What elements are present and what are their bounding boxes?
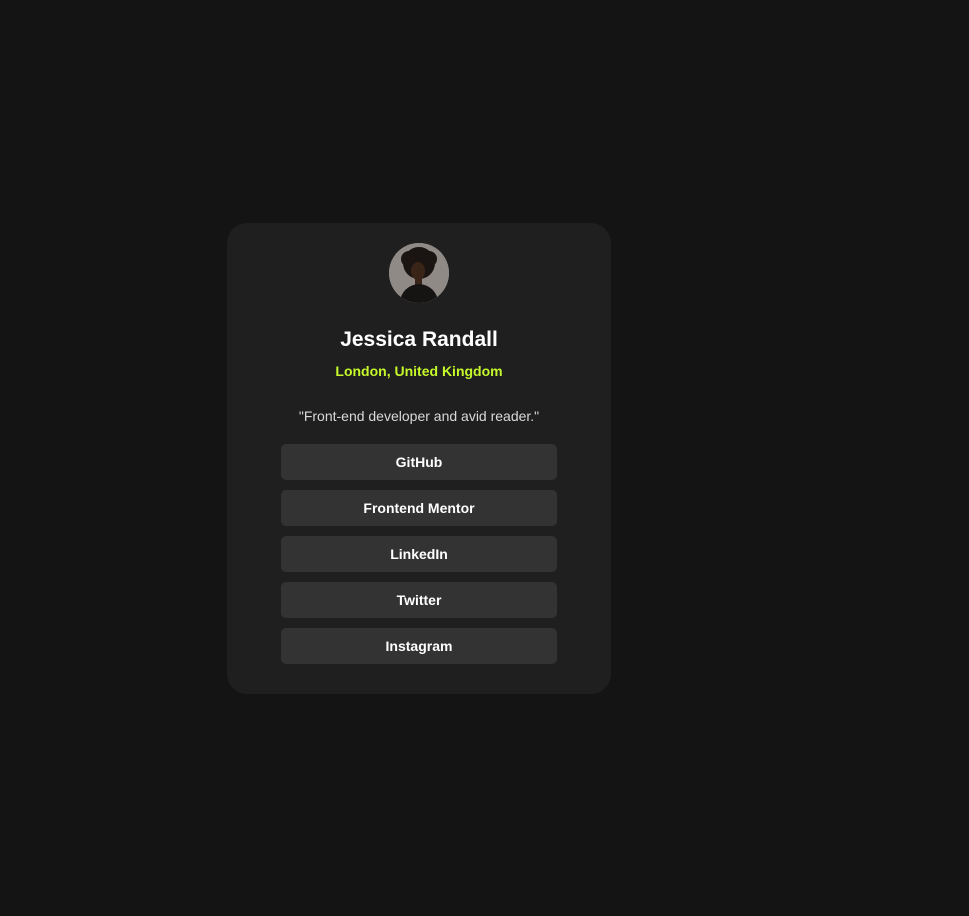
linkedin-link-button[interactable]: LinkedIn xyxy=(281,536,557,572)
avatar xyxy=(389,243,449,303)
profile-card: Jessica Randall London, United Kingdom "… xyxy=(227,223,611,694)
social-links: GitHub Frontend Mentor LinkedIn Twitter … xyxy=(281,444,557,674)
profile-photo-icon xyxy=(389,243,449,303)
frontend-mentor-link-button[interactable]: Frontend Mentor xyxy=(281,490,557,526)
profile-location: London, United Kingdom xyxy=(335,363,503,379)
twitter-link-button[interactable]: Twitter xyxy=(281,582,557,618)
instagram-link-button[interactable]: Instagram xyxy=(281,628,557,664)
github-link-button[interactable]: GitHub xyxy=(281,444,557,480)
profile-bio: "Front-end developer and avid reader." xyxy=(298,408,540,424)
profile-name: Jessica Randall xyxy=(340,328,498,351)
